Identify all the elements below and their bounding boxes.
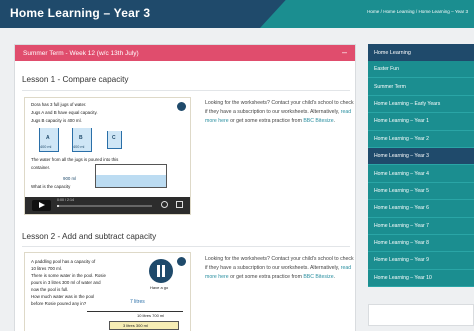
breadcrumb: Home / Home Learning / Home Learning – Y… <box>367 9 468 14</box>
sidebar-list: Easter Fun Summer Term Home Learning – Ear… <box>368 61 474 288</box>
video-text-line: 10 litres 700 ml. <box>31 266 62 271</box>
video-text-line: pours in 3 litres 300 ml of water and <box>31 280 101 285</box>
sidebar-item-home-learning-year-1[interactable]: Home Learning – Year 1 <box>368 113 474 131</box>
jug-c-label: C <box>112 135 116 141</box>
video-text-line: Jugs B capacity is 400 ml. <box>31 118 82 123</box>
sidebar-item-home-learning-year-3[interactable]: Home Learning – Year 3 <box>368 147 474 166</box>
container-diagram <box>95 164 167 188</box>
sidebar-item-home-learning-early-years[interactable]: Home Learning – Early Years <box>368 95 474 114</box>
pause-icon[interactable] <box>149 259 173 283</box>
header-accent <box>260 0 474 28</box>
lesson-2-video[interactable]: A paddling pool has a capacity of 10 lit… <box>24 252 191 331</box>
settings-icon[interactable] <box>161 201 168 208</box>
sidebar-item-easter-fun[interactable]: Easter Fun <box>368 61 474 79</box>
page-title: Home Learning – Year 3 <box>10 6 151 20</box>
info-text: or get some extra practice from <box>228 117 304 124</box>
video-text-line: What is the capacity <box>31 184 71 189</box>
video-progress-bar[interactable] <box>57 205 152 207</box>
sidebar-item-summer-term[interactable]: Summer Term <box>368 78 474 96</box>
have-a-go-label: Have a go <box>150 285 169 290</box>
sidebar-item-home-learning-year-6[interactable]: Home Learning – Year 6 <box>368 200 474 218</box>
container-ml: 900 ml <box>63 176 77 181</box>
video-text-line: A paddling pool has a capacity of <box>31 259 96 264</box>
breadcrumb-home[interactable]: Home <box>367 9 379 14</box>
jug-a-label: A <box>46 135 50 141</box>
term-accordion-header[interactable]: Summer Term - Week 12 (w/c 13th July) – <box>15 45 355 61</box>
term-title: Summer Term - Week 12 (w/c 13th July) <box>23 49 139 57</box>
main-content: Summer Term - Week 12 (w/c 13th July) – … <box>14 44 356 331</box>
play-icon[interactable] <box>32 200 51 211</box>
sidebar-item-home-learning-year-5[interactable]: Home Learning – Year 5 <box>368 182 474 201</box>
video-text-line: Jugs A and B have equal capacity. <box>31 110 98 115</box>
litres-label: 7 litres <box>130 299 145 305</box>
video-text-line: container. <box>31 165 51 170</box>
info-text: or get some extra practice from <box>228 273 304 280</box>
video-controls: 0:00 / 2:14 <box>25 197 190 214</box>
info-text: Looking for the worksheets? Contact your… <box>205 100 354 115</box>
container-water <box>96 175 166 187</box>
lesson-2-info: Looking for the worksheets? Contact your… <box>205 255 355 281</box>
video-text-line: The water from all the jugs is poured in… <box>31 157 119 162</box>
breadcrumb-current: Home Learning – Year 3 <box>418 9 468 14</box>
video-text-line: How much water was in the pool <box>31 294 95 299</box>
jug-a-ml: 400 ml <box>40 145 52 149</box>
white-rose-logo-icon <box>177 257 186 266</box>
sidebar-item-home-learning-year-7[interactable]: Home Learning – Year 7 <box>368 217 474 235</box>
sidebar-item-home-learning-year-9[interactable]: Home Learning – Year 9 <box>368 252 474 270</box>
fullscreen-icon[interactable] <box>176 201 183 208</box>
bar-model-line <box>87 311 183 312</box>
sidebar-widget <box>368 304 474 326</box>
bbc-bitesize-link[interactable]: BBC Bitesize <box>303 118 333 124</box>
video-text-line: Dora has 3 full jugs of water. <box>31 102 87 107</box>
jug-b-label: B <box>79 135 83 141</box>
sidebar-item-home-learning-year-8[interactable]: Home Learning – Year 8 <box>368 234 474 253</box>
bbc-bitesize-link[interactable]: BBC Bitesize <box>303 274 333 280</box>
lesson-1-info: Looking for the worksheets? Contact your… <box>205 99 355 125</box>
lesson-1-title: Lesson 1 - Compare capacity <box>22 75 129 84</box>
sidebar-item-home-learning-year-10[interactable]: Home Learning – Year 10 <box>368 269 474 288</box>
video-text-line: before Rosie poured any in? <box>31 301 87 306</box>
white-rose-logo-icon <box>177 102 186 111</box>
info-text: . <box>333 117 336 124</box>
video-text-line: There is some water in the pool. Rosie <box>31 273 106 278</box>
info-text: Looking for the worksheets? Contact your… <box>205 256 354 271</box>
lesson-2-title: Lesson 2 - Add and subtract capacity <box>22 232 157 241</box>
video-time: 0:00 / 2:14 <box>57 198 74 202</box>
lesson-1-video[interactable]: Dora has 3 full jugs of water. Jugs A an… <box>24 97 191 215</box>
divider <box>22 90 350 91</box>
video-progress-fill <box>57 205 59 207</box>
bar-model-part-label: 3 litres 300 ml <box>123 323 148 328</box>
jug-b-ml: 400 ml <box>73 145 85 149</box>
video-text-line: now the pool is full. <box>31 287 69 292</box>
info-text: . <box>333 273 336 280</box>
sidebar-item-home-learning-year-2[interactable]: Home Learning – Year 2 <box>368 130 474 148</box>
sidebar-nav: Home Learning Easter Fun Summer Term Home … <box>368 44 474 288</box>
collapse-icon[interactable]: – <box>342 48 347 57</box>
bar-model-total: 10 litres 700 ml <box>137 313 165 318</box>
breadcrumb-home-learning[interactable]: Home Learning <box>383 9 414 14</box>
sidebar-item-home-learning-year-4[interactable]: Home Learning – Year 4 <box>368 165 474 183</box>
divider <box>22 246 350 247</box>
sidebar-heading[interactable]: Home Learning <box>368 44 474 61</box>
